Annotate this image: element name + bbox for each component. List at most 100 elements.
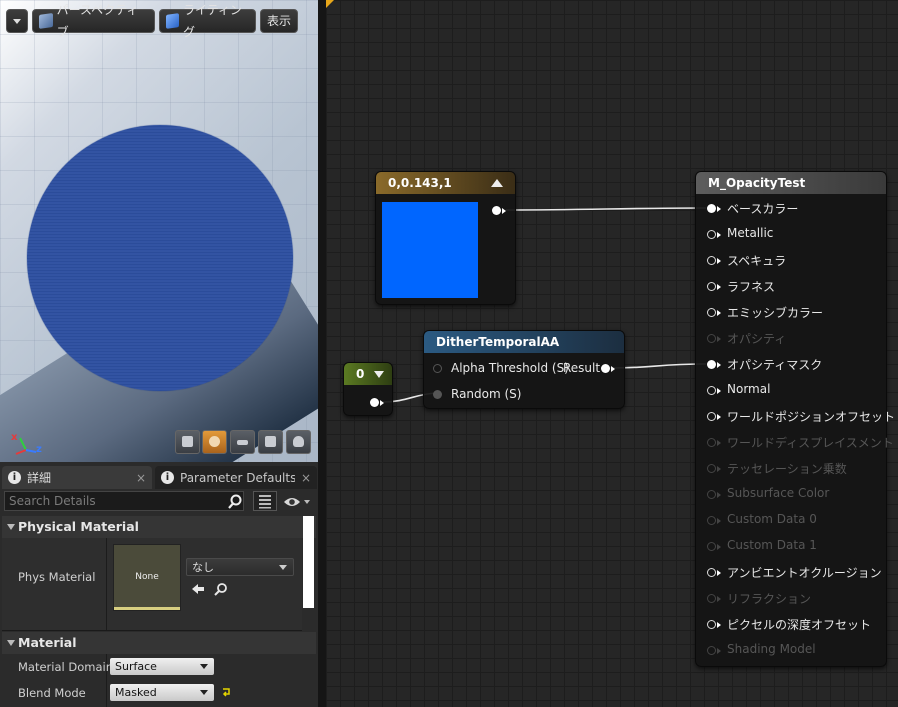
output-pin[interactable] (370, 398, 379, 407)
material-domain-value: Surface (115, 660, 157, 673)
cylinder-preview-button[interactable] (175, 430, 200, 454)
phys-material-thumbnail[interactable]: None (113, 544, 181, 611)
cube-preview-button[interactable] (258, 430, 283, 454)
result-output-pin[interactable] (601, 364, 610, 373)
axis-x-label: x (11, 432, 18, 443)
perspective-button[interactable]: パースペクティブ (32, 3, 155, 39)
tab-details[interactable]: i 詳細 × (2, 466, 152, 489)
result-pin-label: Custom Data 1 (727, 538, 817, 552)
blend-mode-label: Blend Mode (18, 686, 86, 700)
material-domain-label: Material Domain (18, 660, 113, 674)
cube-icon (265, 436, 276, 447)
plane-icon (237, 440, 248, 445)
result-input-pin[interactable] (707, 256, 716, 265)
category-physical-material[interactable]: Physical Material (2, 516, 316, 538)
result-pin-label: ラフネス (727, 280, 776, 294)
result-node-header: M_OpacityTest (696, 172, 886, 194)
chevron-down-icon (279, 565, 287, 570)
result-input-pin[interactable] (707, 646, 716, 655)
scalar-node-header: 0 (344, 363, 392, 385)
search-input[interactable] (5, 492, 233, 510)
output-pin[interactable] (492, 206, 501, 215)
result-input-pin[interactable] (707, 542, 716, 551)
result-pin-arrow (717, 284, 721, 290)
property-matrix-button[interactable] (253, 491, 277, 511)
cylinder-icon (182, 436, 193, 447)
details-scrollbar[interactable] (303, 516, 314, 608)
use-selected-arrow-icon[interactable] (191, 583, 205, 595)
dither-temporal-aa-node[interactable]: DitherTemporalAA Alpha Threshold (S) Res… (423, 330, 625, 409)
result-input-pin[interactable] (707, 412, 716, 421)
constant-vector-node[interactable]: 0,0.143,1 (375, 171, 516, 305)
result-pin-arrow (717, 596, 721, 602)
teapot-icon (293, 436, 304, 447)
result-pin-arrow (717, 310, 721, 316)
result-pin-arrow (717, 648, 721, 654)
reset-to-default-icon[interactable] (221, 687, 231, 697)
tab-parameter-defaults-close-icon[interactable]: × (301, 471, 311, 485)
result-input-pin[interactable] (707, 568, 716, 577)
result-input-pin[interactable] (707, 308, 716, 317)
result-pin-arrow (717, 414, 721, 420)
result-input-pin[interactable] (707, 438, 716, 447)
scalar-node-title: 0 (356, 367, 365, 381)
collapse-triangle-icon (7, 524, 15, 530)
result-pin-arrow (717, 232, 721, 238)
result-input-pin[interactable] (707, 334, 716, 343)
scalar-node[interactable]: 0 (343, 362, 393, 416)
result-pin-arrow (717, 622, 721, 628)
result-input-pin[interactable] (707, 360, 716, 369)
material-result-node[interactable]: M_OpacityTest ベースカラー Metallic スペキュラ ラフネス エミッ… (695, 171, 895, 667)
result-pin-arrow (717, 466, 721, 472)
color-swatch (382, 202, 478, 298)
browse-search-icon[interactable] (214, 582, 228, 596)
tab-parameter-defaults[interactable]: i Parameter Defaults × (155, 466, 317, 489)
result-input-pin[interactable] (707, 490, 716, 499)
result-pin-label: Custom Data 0 (727, 512, 817, 526)
result-input-pin[interactable] (707, 204, 716, 213)
search-icon[interactable] (227, 494, 243, 510)
column-divider (106, 538, 107, 630)
tab-details-label: 詳細 (27, 471, 52, 485)
collapse-arrow-icon[interactable] (491, 179, 503, 187)
category-material-title: Material (18, 635, 77, 650)
result-input-pin[interactable] (707, 516, 716, 525)
preview-viewport[interactable]: パースペクティブ ライティング 表示 x z (0, 0, 320, 462)
visibility-options-button[interactable] (283, 494, 313, 510)
result-input-pin[interactable] (707, 230, 716, 239)
result-pin-label: アンビエントオクルージョン (727, 566, 882, 580)
show-label: 表示 (267, 14, 292, 28)
category-material[interactable]: Material (2, 632, 316, 654)
sphere-icon (209, 436, 220, 447)
blend-mode-combo[interactable]: Masked (110, 684, 214, 701)
result-pin-arrow (717, 492, 721, 498)
plane-preview-button[interactable] (230, 430, 255, 454)
lighting-button[interactable]: ライティング (159, 3, 256, 39)
phys-material-combo[interactable]: なし (186, 558, 294, 576)
teapot-preview-button[interactable] (286, 430, 311, 454)
expand-arrow-icon[interactable] (374, 371, 384, 378)
blend-mode-value: Masked (115, 686, 157, 699)
result-pin-arrow (717, 362, 721, 368)
result-pin-label: テッセレーション乗数 (727, 462, 847, 476)
constant-vector-node-title: 0,0.143,1 (388, 176, 452, 190)
search-details-box[interactable] (4, 491, 244, 511)
result-input-pin[interactable] (707, 282, 716, 291)
tab-parameter-defaults-label: Parameter Defaults (180, 470, 295, 485)
material-domain-combo[interactable]: Surface (110, 658, 214, 675)
result-input-pin[interactable] (707, 594, 716, 603)
result-pin-label: Metallic (727, 226, 774, 240)
alpha-threshold-input-pin[interactable] (433, 364, 442, 373)
show-button[interactable]: 表示 (260, 9, 298, 33)
lighting-cube-icon (166, 13, 179, 29)
result-input-pin[interactable] (707, 464, 716, 473)
splitter[interactable] (318, 0, 326, 707)
result-input-pin[interactable] (707, 386, 716, 395)
result-node-title: M_OpacityTest (708, 176, 806, 190)
viewport-options-button[interactable] (6, 9, 28, 33)
chevron-down-icon (200, 690, 208, 695)
tab-details-close-icon[interactable]: × (136, 471, 146, 485)
random-input-pin[interactable] (433, 390, 442, 399)
result-input-pin[interactable] (707, 620, 716, 629)
sphere-preview-button[interactable] (202, 430, 227, 454)
